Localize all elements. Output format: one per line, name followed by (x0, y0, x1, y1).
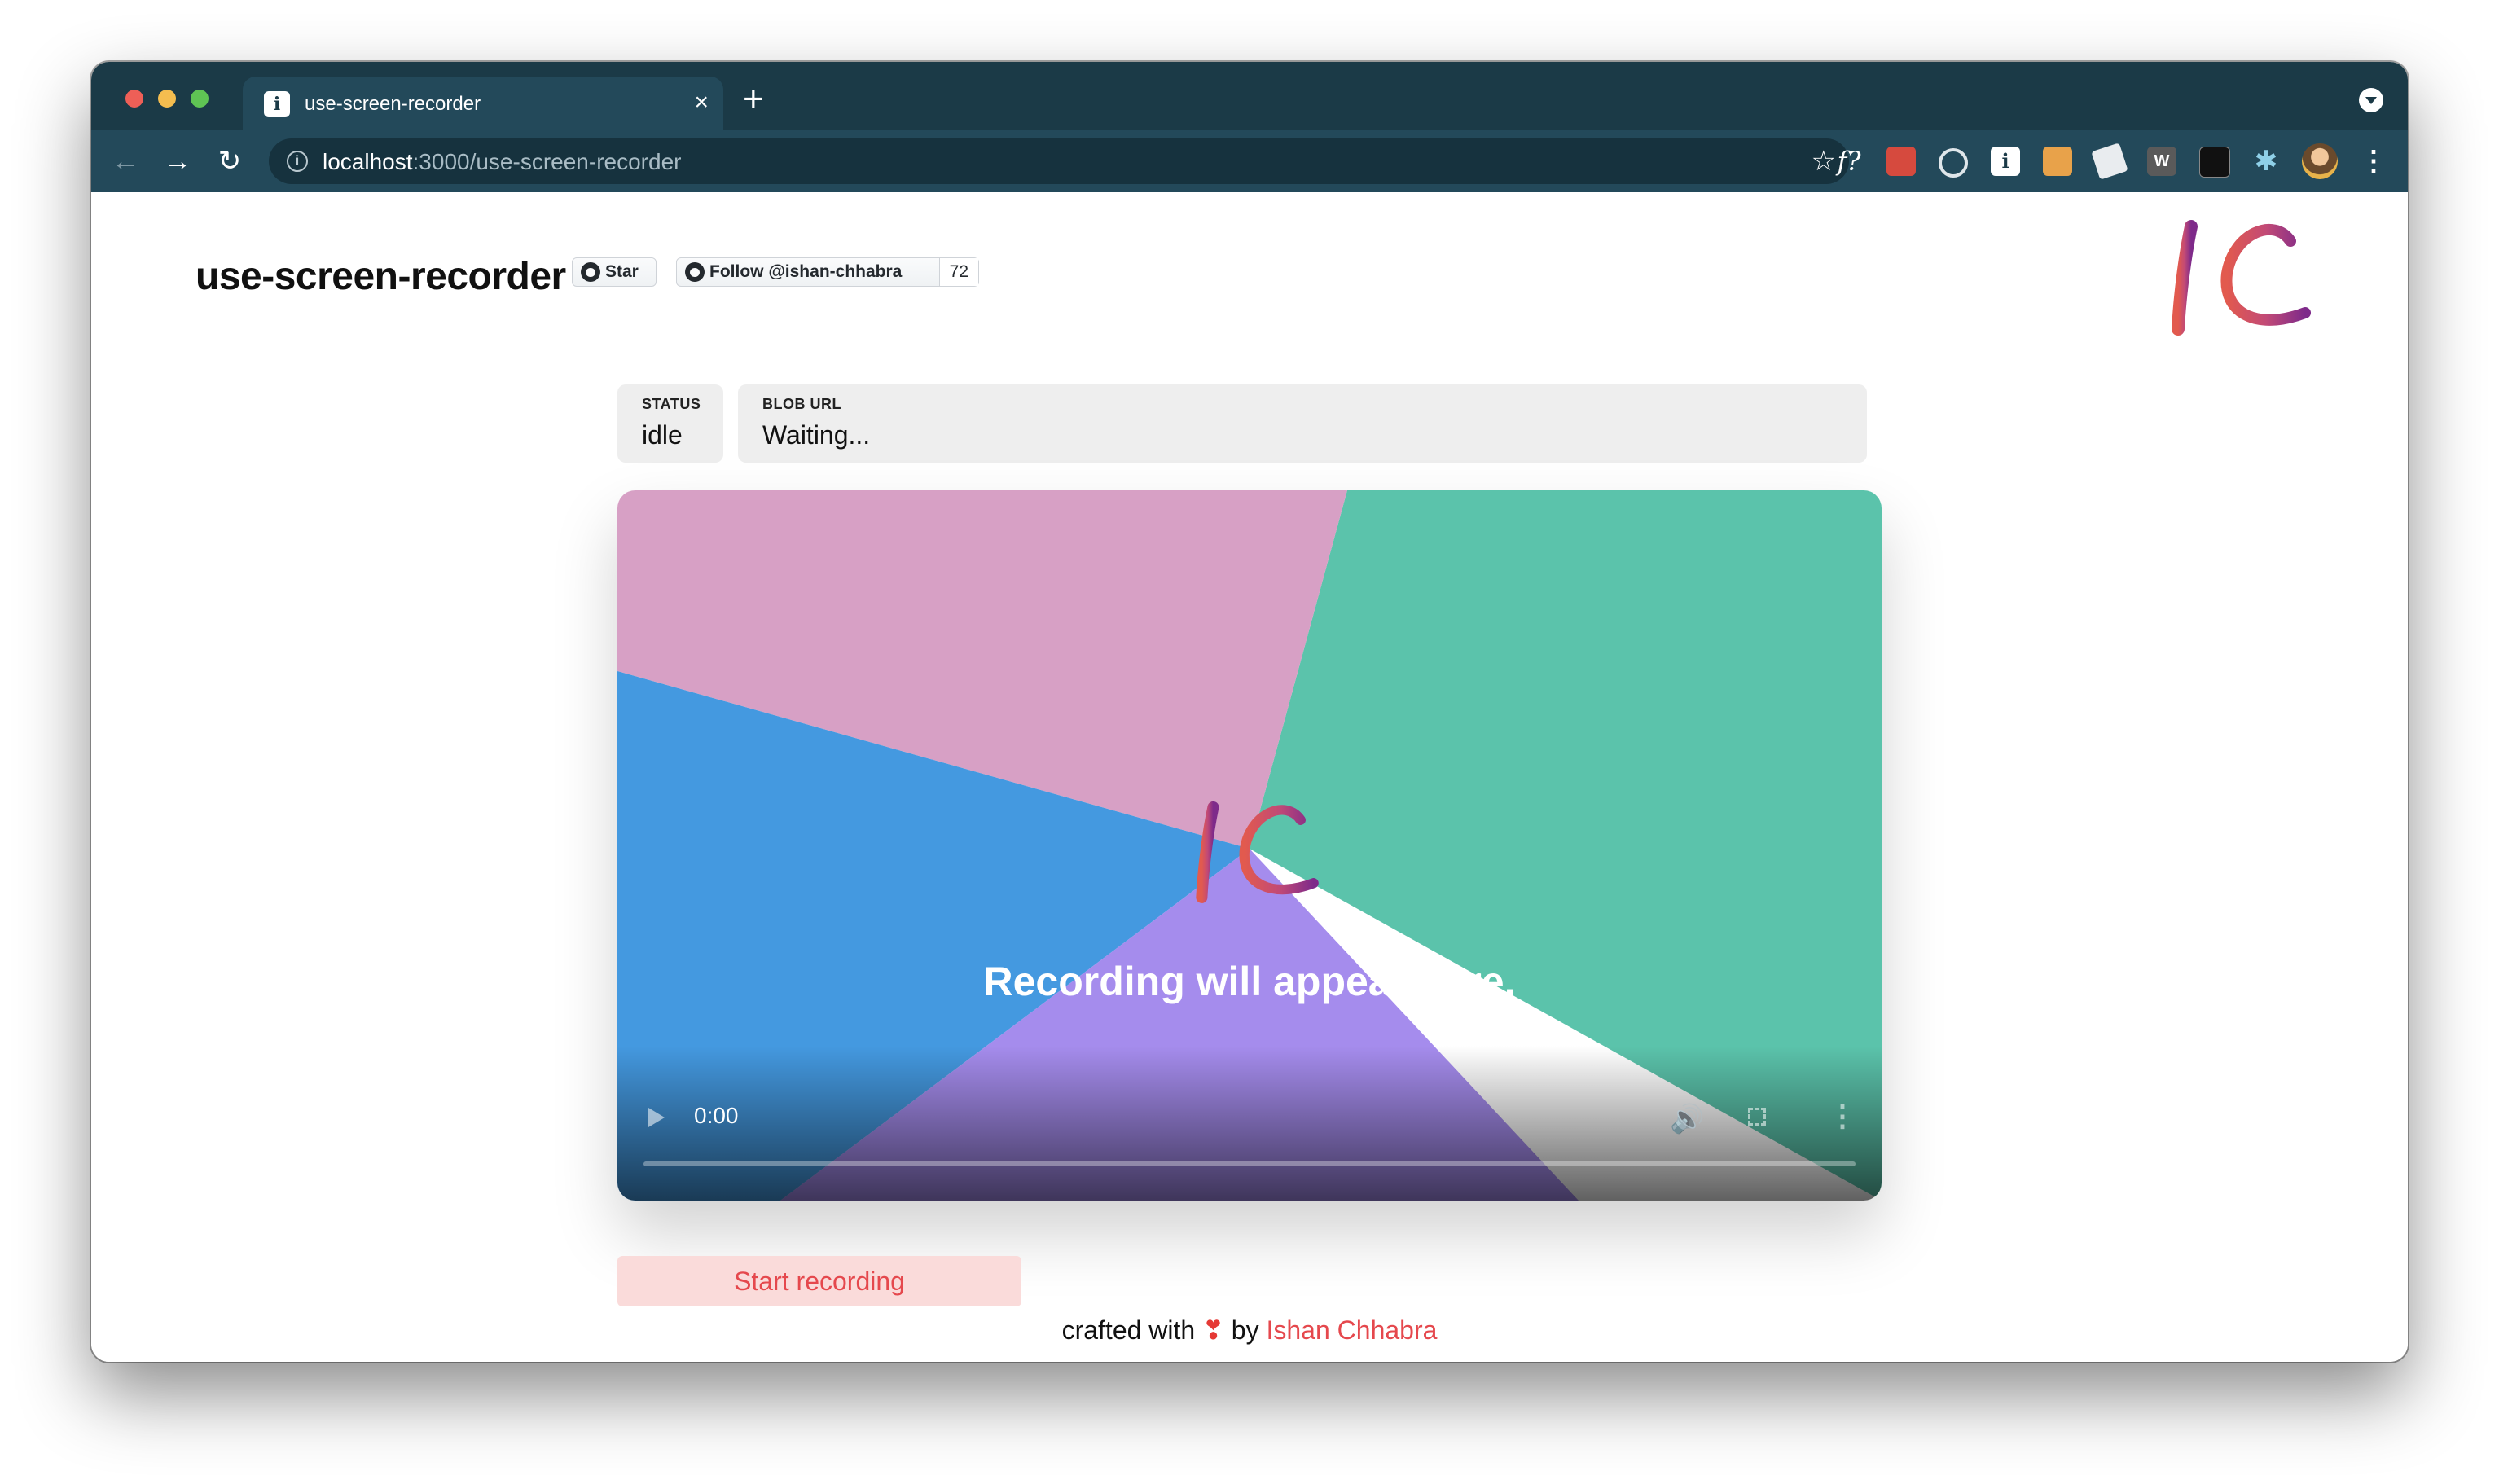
bookmark-star-icon[interactable]: ☆ (1812, 145, 1836, 178)
tab-search-icon[interactable] (2359, 88, 2383, 112)
url-text[interactable]: localhost:3000/use-screen-recorder (323, 149, 681, 175)
video-placeholder-text: Recording will appear here. (983, 959, 1516, 1004)
more-vert-icon[interactable]: ⋮ (1828, 1101, 1857, 1131)
extension-eraser-icon[interactable] (2091, 143, 2128, 180)
footer-prefix: crafted with (1061, 1315, 1196, 1345)
extension-book-icon[interactable] (2043, 147, 2072, 176)
forward-arrow-icon[interactable]: → (160, 143, 195, 179)
font-extension-icon[interactable]: f? (1834, 147, 1864, 176)
follow-count: 72 (938, 258, 978, 286)
page-content: use-screen-recorder Star Follow @ishan-c… (91, 192, 2408, 1362)
tab-strip: i use-screen-recorder × + (91, 62, 2408, 130)
play-icon[interactable] (648, 1108, 665, 1127)
minimize-window-button[interactable] (158, 90, 176, 108)
start-recording-button[interactable]: Start recording (617, 1256, 1021, 1306)
github-follow-button[interactable]: Follow @ishan-chhabra 72 (676, 257, 979, 287)
fullscreen-icon[interactable] (1748, 1108, 1766, 1126)
github-star-button[interactable]: Star (572, 257, 657, 287)
github-icon (581, 262, 600, 282)
status-card: STATUS idle (617, 384, 723, 463)
profile-avatar[interactable] (2302, 143, 2338, 179)
maximize-window-button[interactable] (191, 90, 209, 108)
info-icon[interactable]: i (287, 151, 308, 172)
extension-red-icon[interactable] (1886, 147, 1916, 176)
volume-icon[interactable]: 🔊 (1670, 1103, 1704, 1135)
heart-icon: ❣ (1202, 1315, 1224, 1345)
status-label: STATUS (642, 396, 701, 412)
extension-dark-icon[interactable] (2199, 147, 2230, 178)
puzzle-icon[interactable]: ✱ (2251, 147, 2281, 176)
ic-logo (2172, 220, 2311, 336)
browser-menu-icon[interactable]: ⋮ (2359, 147, 2388, 176)
browser-window: i use-screen-recorder × + ← → ↻ i localh… (91, 62, 2408, 1362)
extension-w-icon[interactable]: W (2147, 147, 2176, 176)
tab-use-screen-recorder[interactable]: i use-screen-recorder × (243, 77, 723, 130)
blob-url-value: Waiting... (762, 420, 871, 450)
browser-toolbar: ← → ↻ i localhost:3000/use-screen-record… (91, 130, 2408, 192)
reload-icon[interactable]: ↻ (212, 143, 248, 179)
tab-title: use-screen-recorder (305, 93, 481, 115)
extension-target-icon[interactable] (1939, 148, 1968, 178)
footer-by: by (1231, 1315, 1259, 1345)
github-icon (685, 262, 705, 282)
extension-info-icon[interactable]: i (1991, 147, 2020, 176)
video-player[interactable]: Recording will appear here. 0:00 🔊 ⋮ (617, 490, 1882, 1201)
favicon-icon: i (264, 91, 290, 117)
video-time: 0:00 (694, 1103, 739, 1128)
back-arrow-icon[interactable]: ← (108, 143, 143, 179)
close-window-button[interactable] (125, 90, 143, 108)
page-title: use-screen-recorder (195, 255, 566, 298)
address-bar[interactable]: i localhost:3000/use-screen-recorder ☆ (269, 138, 1849, 184)
tab-close-icon[interactable]: × (694, 88, 709, 117)
url-path: :3000/use-screen-recorder (412, 149, 682, 174)
star-button-label: Star (605, 262, 639, 281)
video-progress-bar[interactable] (643, 1161, 1856, 1166)
ic-logo-video (1196, 801, 1319, 903)
new-tab-button[interactable]: + (743, 81, 764, 117)
author-link[interactable]: Ishan Chhabra (1266, 1315, 1437, 1345)
footer: crafted with ❣ by Ishan Chhabra (91, 1315, 2408, 1346)
blob-url-card: BLOB URL Waiting... (738, 384, 1867, 463)
url-host: localhost (323, 149, 413, 174)
follow-button-label: Follow @ishan-chhabra (709, 262, 903, 281)
status-value: idle (642, 420, 683, 450)
blob-url-label: BLOB URL (762, 396, 841, 412)
